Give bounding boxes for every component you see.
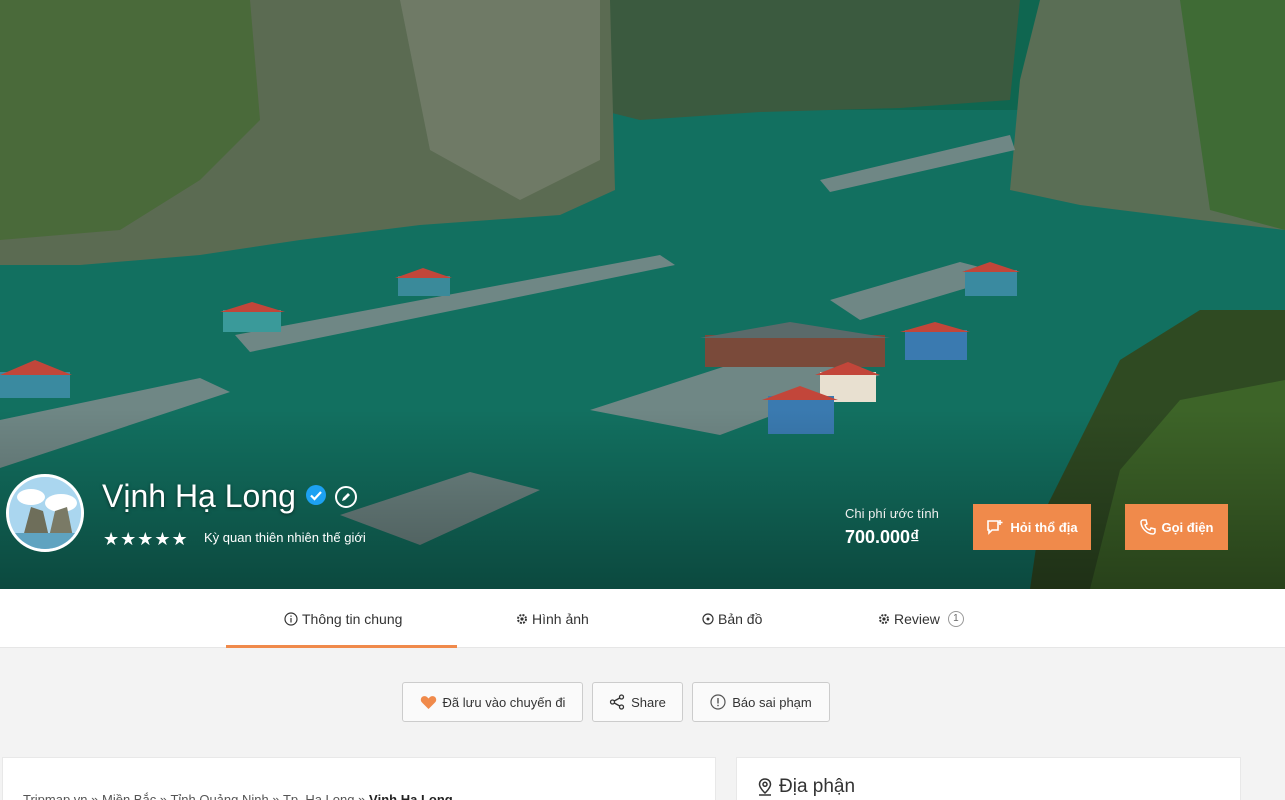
tab-review[interactable]: Review 1	[878, 589, 964, 648]
chat-plus-icon	[987, 520, 1003, 535]
breadcrumb-item[interactable]: Tỉnh Quảng Ninh	[170, 792, 268, 800]
heart-icon	[420, 695, 436, 709]
report-label: Báo sai phạm	[732, 694, 812, 710]
cost-label: Chi phí ước tính	[845, 506, 939, 521]
breadcrumb-separator: »	[354, 792, 369, 800]
tab-images[interactable]: Hình ảnh	[516, 589, 589, 648]
review-count-badge: 1	[947, 610, 964, 627]
tab-label: Bản đồ	[718, 610, 763, 627]
breadcrumb-item[interactable]: Tripmap.vn	[23, 792, 88, 800]
tab-bar: Thông tin chung Hình ảnh Bản đồ Review 1	[0, 589, 1285, 648]
place-avatar[interactable]	[6, 474, 84, 552]
share-label: Share	[631, 694, 666, 710]
place-subtitle: Kỳ quan thiên nhiên thế giới	[204, 530, 366, 545]
call-label: Gọi điện	[1161, 519, 1214, 535]
gear-icon	[517, 613, 527, 624]
tab-label: Thông tin chung	[302, 610, 403, 627]
phone-icon	[1139, 519, 1156, 535]
breadcrumb: Tripmap.vn » Miền Bắc » Tỉnh Quảng Ninh …	[23, 792, 453, 800]
share-button[interactable]: Share	[592, 682, 683, 722]
region-card: Địa phận	[736, 757, 1241, 800]
tab-map[interactable]: Bản đồ	[702, 589, 762, 648]
breadcrumb-current: Vịnh Hạ Long	[368, 792, 453, 800]
breadcrumb-separator: »	[156, 792, 171, 800]
save-trip-button[interactable]: Đã lưu vào chuyến đi	[402, 682, 583, 722]
cost-value: 700.000₫	[845, 527, 920, 547]
tab-general-info[interactable]: Thông tin chung	[284, 589, 402, 648]
active-tab-indicator	[226, 645, 457, 648]
breadcrumb-item[interactable]: Miền Bắc	[102, 792, 156, 800]
page-title: Vịnh Hạ Long	[102, 478, 296, 514]
info-icon	[284, 611, 298, 626]
region-heading: Địa phận	[757, 776, 855, 798]
share-icon	[609, 694, 625, 710]
rating-stars: ★★★★★	[103, 529, 189, 549]
report-button[interactable]: Báo sai phạm	[692, 682, 830, 722]
breadcrumb-separator: »	[268, 792, 283, 800]
alert-icon	[710, 694, 726, 710]
gear-icon	[879, 613, 889, 624]
ask-local-button[interactable]: Hỏi thổ địa	[973, 504, 1091, 550]
info-card: Tripmap.vn » Miền Bắc » Tỉnh Quảng Ninh …	[2, 757, 716, 800]
tab-label: Hình ảnh	[532, 610, 589, 627]
save-trip-label: Đã lưu vào chuyến đi	[442, 694, 566, 710]
ask-local-label: Hỏi thổ địa	[1010, 519, 1078, 535]
target-icon	[702, 612, 714, 625]
breadcrumb-separator: »	[87, 792, 103, 800]
verified-icon	[306, 485, 326, 505]
tab-label: Review	[894, 610, 940, 627]
edit-icon[interactable]	[335, 486, 357, 508]
breadcrumb-item[interactable]: Tp. Hạ Long	[283, 792, 355, 800]
call-button[interactable]: Gọi điện	[1125, 504, 1228, 550]
region-title: Địa phận	[779, 776, 856, 797]
location-pin-icon	[758, 778, 772, 796]
